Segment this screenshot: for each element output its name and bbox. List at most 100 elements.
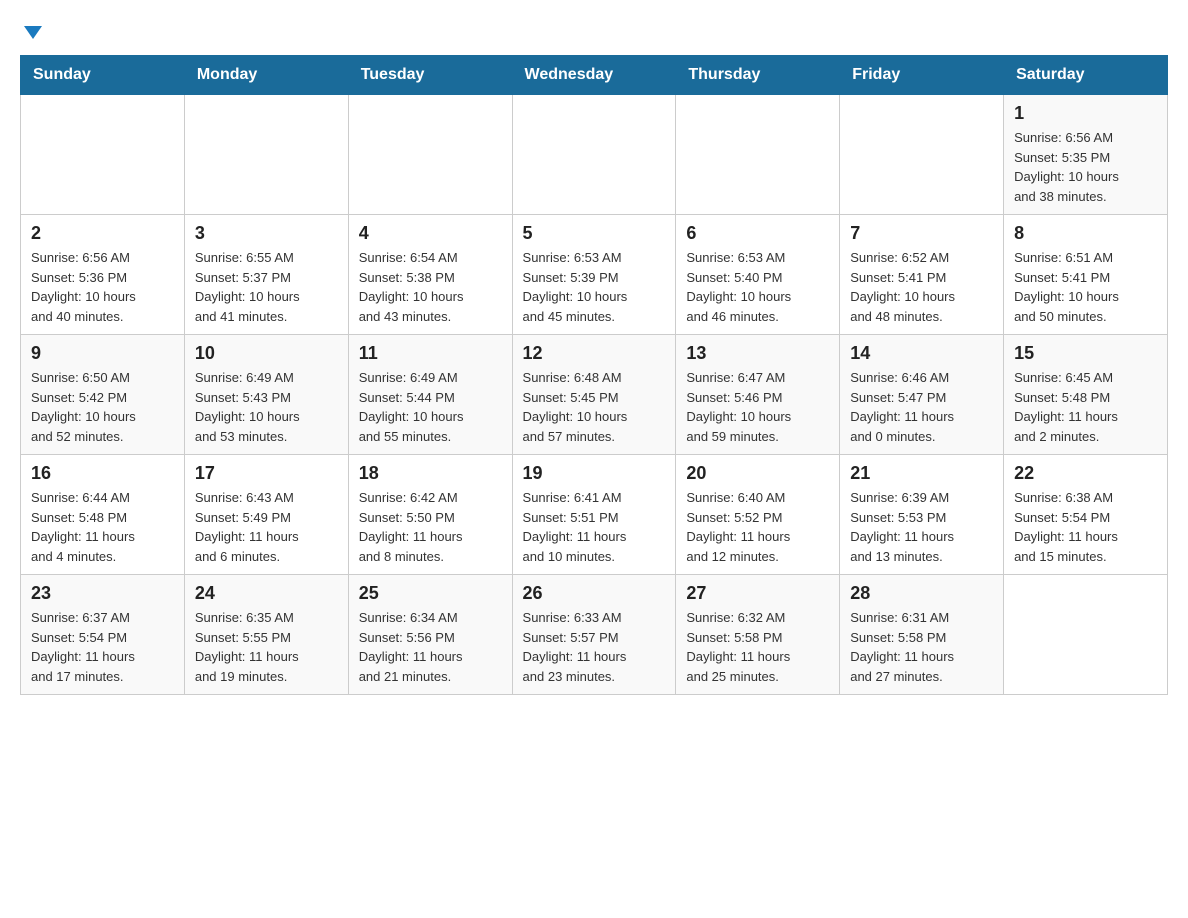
day-number: 5 <box>523 223 666 244</box>
calendar-day-cell: 12 Sunrise: 6:48 AM Sunset: 5:45 PM Dayli… <box>512 335 676 455</box>
calendar-header-row: SundayMondayTuesdayWednesdayThursdayFrid… <box>21 56 1168 95</box>
calendar-day-cell: 23 Sunrise: 6:37 AM Sunset: 5:54 PM Dayli… <box>21 575 185 695</box>
calendar-day-cell <box>184 95 348 215</box>
day-number: 9 <box>31 343 174 364</box>
calendar-week-row: 1 Sunrise: 6:56 AM Sunset: 5:35 PM Daylig… <box>21 95 1168 215</box>
calendar-day-cell: 14Sunrise: 6:46 AM Sunset: 5:47 PM Dayli… <box>840 335 1004 455</box>
day-number: 22 <box>1014 463 1157 484</box>
day-info: Sunrise: 6:49 AM Sunset: 5:43 PM Dayligh… <box>195 368 338 446</box>
day-number: 3 <box>195 223 338 244</box>
day-info: Sunrise: 6:47 AM Sunset: 5:46 PM Dayligh… <box>686 368 829 446</box>
day-info: Sunrise: 6:53 AM Sunset: 5:39 PM Dayligh… <box>523 248 666 326</box>
calendar-day-cell <box>840 95 1004 215</box>
calendar-day-cell: 5 Sunrise: 6:53 AM Sunset: 5:39 PM Daylig… <box>512 215 676 335</box>
calendar-day-cell: 19 Sunrise: 6:41 AM Sunset: 5:51 PM Dayli… <box>512 455 676 575</box>
calendar-day-cell: 13 Sunrise: 6:47 AM Sunset: 5:46 PM Dayli… <box>676 335 840 455</box>
calendar-day-cell: 20 Sunrise: 6:40 AM Sunset: 5:52 PM Dayli… <box>676 455 840 575</box>
calendar-day-cell: 10 Sunrise: 6:49 AM Sunset: 5:43 PM Dayli… <box>184 335 348 455</box>
calendar-day-cell: 7 Sunrise: 6:52 AM Sunset: 5:41 PM Daylig… <box>840 215 1004 335</box>
day-number: 15 <box>1014 343 1157 364</box>
calendar-day-cell: 1 Sunrise: 6:56 AM Sunset: 5:35 PM Daylig… <box>1004 95 1168 215</box>
calendar-week-row: 23 Sunrise: 6:37 AM Sunset: 5:54 PM Dayli… <box>21 575 1168 695</box>
day-number: 19 <box>523 463 666 484</box>
calendar-day-cell: 8Sunrise: 6:51 AM Sunset: 5:41 PM Daylig… <box>1004 215 1168 335</box>
day-info: Sunrise: 6:48 AM Sunset: 5:45 PM Dayligh… <box>523 368 666 446</box>
day-number: 12 <box>523 343 666 364</box>
day-info: Sunrise: 6:33 AM Sunset: 5:57 PM Dayligh… <box>523 608 666 686</box>
day-number: 6 <box>686 223 829 244</box>
calendar-day-cell <box>676 95 840 215</box>
calendar-day-cell: 9 Sunrise: 6:50 AM Sunset: 5:42 PM Daylig… <box>21 335 185 455</box>
calendar-day-cell: 3 Sunrise: 6:55 AM Sunset: 5:37 PM Daylig… <box>184 215 348 335</box>
calendar-week-row: 9 Sunrise: 6:50 AM Sunset: 5:42 PM Daylig… <box>21 335 1168 455</box>
day-info: Sunrise: 6:52 AM Sunset: 5:41 PM Dayligh… <box>850 248 993 326</box>
calendar-week-row: 2 Sunrise: 6:56 AM Sunset: 5:36 PM Daylig… <box>21 215 1168 335</box>
calendar-day-cell <box>348 95 512 215</box>
day-info: Sunrise: 6:54 AM Sunset: 5:38 PM Dayligh… <box>359 248 502 326</box>
day-info: Sunrise: 6:51 AM Sunset: 5:41 PM Dayligh… <box>1014 248 1157 326</box>
day-number: 26 <box>523 583 666 604</box>
calendar-day-cell: 21Sunrise: 6:39 AM Sunset: 5:53 PM Dayli… <box>840 455 1004 575</box>
calendar-day-cell <box>512 95 676 215</box>
day-number: 23 <box>31 583 174 604</box>
day-info: Sunrise: 6:50 AM Sunset: 5:42 PM Dayligh… <box>31 368 174 446</box>
day-number: 10 <box>195 343 338 364</box>
calendar-header-saturday: Saturday <box>1004 56 1168 95</box>
day-info: Sunrise: 6:41 AM Sunset: 5:51 PM Dayligh… <box>523 488 666 566</box>
day-number: 27 <box>686 583 829 604</box>
calendar-day-cell: 26 Sunrise: 6:33 AM Sunset: 5:57 PM Dayli… <box>512 575 676 695</box>
day-number: 17 <box>195 463 338 484</box>
calendar-day-cell: 24 Sunrise: 6:35 AM Sunset: 5:55 PM Dayli… <box>184 575 348 695</box>
day-info: Sunrise: 6:40 AM Sunset: 5:52 PM Dayligh… <box>686 488 829 566</box>
day-number: 20 <box>686 463 829 484</box>
day-number: 2 <box>31 223 174 244</box>
calendar-table: SundayMondayTuesdayWednesdayThursdayFrid… <box>20 55 1168 695</box>
day-info: Sunrise: 6:53 AM Sunset: 5:40 PM Dayligh… <box>686 248 829 326</box>
calendar-day-cell <box>1004 575 1168 695</box>
calendar-day-cell: 4 Sunrise: 6:54 AM Sunset: 5:38 PM Daylig… <box>348 215 512 335</box>
day-number: 7 <box>850 223 993 244</box>
calendar-header-wednesday: Wednesday <box>512 56 676 95</box>
logo <box>20 20 42 39</box>
logo-arrow-icon <box>24 26 42 39</box>
day-number: 13 <box>686 343 829 364</box>
calendar-day-cell: 17Sunrise: 6:43 AM Sunset: 5:49 PM Dayli… <box>184 455 348 575</box>
day-info: Sunrise: 6:37 AM Sunset: 5:54 PM Dayligh… <box>31 608 174 686</box>
day-number: 4 <box>359 223 502 244</box>
calendar-day-cell: 28 Sunrise: 6:31 AM Sunset: 5:58 PM Dayli… <box>840 575 1004 695</box>
day-info: Sunrise: 6:35 AM Sunset: 5:55 PM Dayligh… <box>195 608 338 686</box>
calendar-header-friday: Friday <box>840 56 1004 95</box>
day-number: 1 <box>1014 103 1157 124</box>
day-info: Sunrise: 6:31 AM Sunset: 5:58 PM Dayligh… <box>850 608 993 686</box>
day-info: Sunrise: 6:55 AM Sunset: 5:37 PM Dayligh… <box>195 248 338 326</box>
day-number: 11 <box>359 343 502 364</box>
calendar-header-monday: Monday <box>184 56 348 95</box>
calendar-header-sunday: Sunday <box>21 56 185 95</box>
day-info: Sunrise: 6:56 AM Sunset: 5:35 PM Dayligh… <box>1014 128 1157 206</box>
day-info: Sunrise: 6:42 AM Sunset: 5:50 PM Dayligh… <box>359 488 502 566</box>
calendar-day-cell: 15 Sunrise: 6:45 AM Sunset: 5:48 PM Dayli… <box>1004 335 1168 455</box>
calendar-day-cell: 6 Sunrise: 6:53 AM Sunset: 5:40 PM Daylig… <box>676 215 840 335</box>
calendar-day-cell: 27 Sunrise: 6:32 AM Sunset: 5:58 PM Dayli… <box>676 575 840 695</box>
day-number: 28 <box>850 583 993 604</box>
day-info: Sunrise: 6:44 AM Sunset: 5:48 PM Dayligh… <box>31 488 174 566</box>
day-number: 21 <box>850 463 993 484</box>
calendar-header-thursday: Thursday <box>676 56 840 95</box>
calendar-day-cell: 25Sunrise: 6:34 AM Sunset: 5:56 PM Dayli… <box>348 575 512 695</box>
calendar-day-cell: 18 Sunrise: 6:42 AM Sunset: 5:50 PM Dayli… <box>348 455 512 575</box>
calendar-day-cell: 11 Sunrise: 6:49 AM Sunset: 5:44 PM Dayli… <box>348 335 512 455</box>
calendar-day-cell <box>21 95 185 215</box>
day-info: Sunrise: 6:45 AM Sunset: 5:48 PM Dayligh… <box>1014 368 1157 446</box>
calendar-day-cell: 22 Sunrise: 6:38 AM Sunset: 5:54 PM Dayli… <box>1004 455 1168 575</box>
day-info: Sunrise: 6:32 AM Sunset: 5:58 PM Dayligh… <box>686 608 829 686</box>
day-info: Sunrise: 6:38 AM Sunset: 5:54 PM Dayligh… <box>1014 488 1157 566</box>
day-number: 16 <box>31 463 174 484</box>
calendar-day-cell: 16 Sunrise: 6:44 AM Sunset: 5:48 PM Dayli… <box>21 455 185 575</box>
day-info: Sunrise: 6:49 AM Sunset: 5:44 PM Dayligh… <box>359 368 502 446</box>
day-number: 24 <box>195 583 338 604</box>
day-info: Sunrise: 6:56 AM Sunset: 5:36 PM Dayligh… <box>31 248 174 326</box>
day-number: 25 <box>359 583 502 604</box>
day-number: 18 <box>359 463 502 484</box>
page-header <box>20 20 1168 39</box>
calendar-day-cell: 2 Sunrise: 6:56 AM Sunset: 5:36 PM Daylig… <box>21 215 185 335</box>
